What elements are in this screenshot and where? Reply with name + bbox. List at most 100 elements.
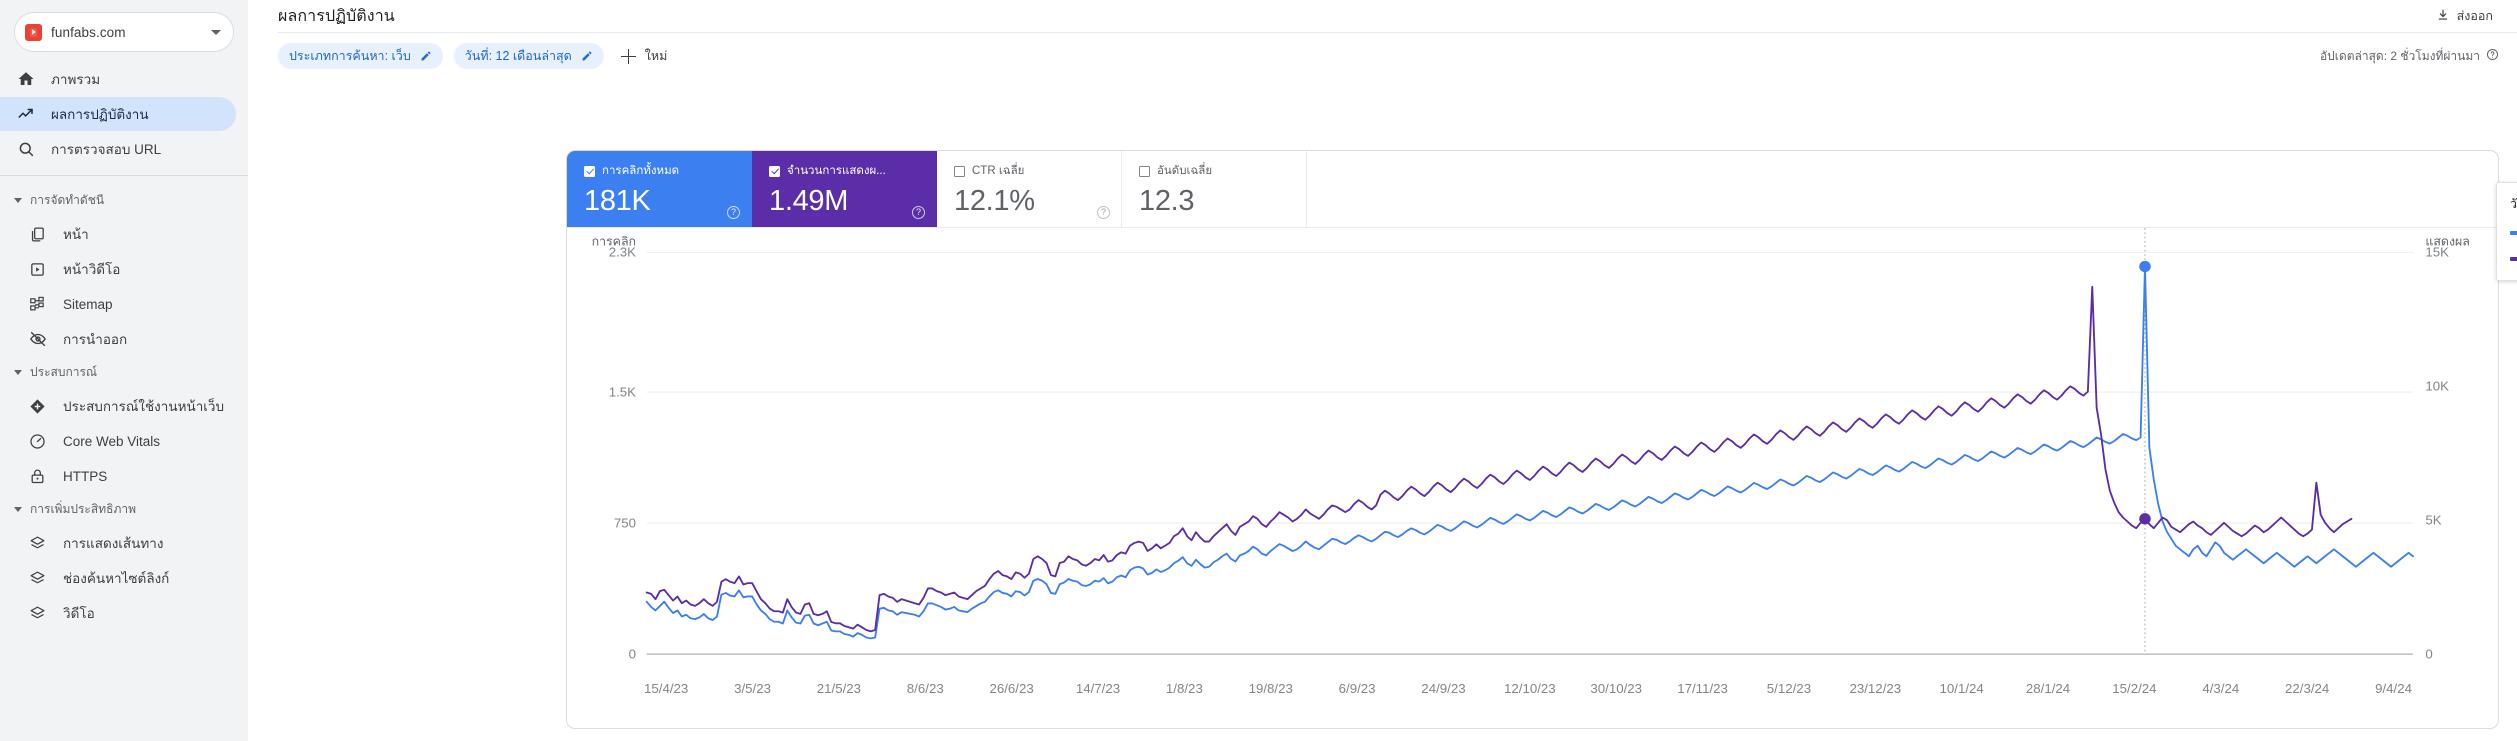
- metric-value: 12.3: [1139, 185, 1195, 217]
- tooltip-row-clicks: การคลิก 2,219: [2510, 223, 2517, 242]
- sidebar-item-label: ช่องค้นหาไซต์ลิงก์: [63, 571, 170, 586]
- plus-icon: [620, 48, 636, 64]
- sidebar-item-label: ประสบการณ์ใช้งานหน้าเว็บ: [63, 399, 225, 414]
- metric-tabs: การคลิกทั้งหมด 181K ? จำนวนการแสดงผ... 1…: [567, 151, 2498, 228]
- property-logo-icon: [25, 23, 42, 41]
- sidebar-item-label: การตรวจสอบ URL: [51, 142, 162, 157]
- sidebar-item-performance[interactable]: ผลการปฏิบัติงาน: [0, 97, 236, 131]
- filter-chip-date[interactable]: วันที่: 12 เดือนล่าสุด: [453, 43, 604, 69]
- search-console-app: funfabs.com ภาพรวม ผลการปฏิบัติงาน การตร…: [0, 0, 2517, 741]
- sidebar-item-overview[interactable]: ภาพรวม: [0, 62, 236, 96]
- export-label: ส่งออก: [2456, 9, 2493, 23]
- sidebar-item-videos[interactable]: วิดีโอ: [12, 596, 236, 630]
- legend-swatch-clicks: [2510, 230, 2517, 235]
- svg-text:15/4/23: 15/4/23: [644, 681, 688, 696]
- sidebar-divider: [0, 175, 248, 176]
- chevron-down-icon: [14, 198, 22, 203]
- svg-text:การคลิก: การคลิก: [592, 234, 636, 248]
- checkbox-total-clicks[interactable]: [584, 165, 595, 177]
- checkbox-average-position[interactable]: [1139, 165, 1150, 177]
- svg-text:10K: 10K: [2425, 379, 2449, 394]
- sidebar-item-label: วิดีโอ: [63, 606, 95, 621]
- sidebar-group-indexing-items: หน้า หน้าวิดีโอ Sitemap การนำออก: [0, 217, 248, 356]
- performance-card: การคลิกทั้งหมด 181K ? จำนวนการแสดงผ... 1…: [566, 150, 2499, 729]
- metric-average-ctr[interactable]: CTR เฉลี่ย 12.1% ?: [937, 151, 1122, 227]
- svg-text:9/4/24: 9/4/24: [2375, 681, 2412, 696]
- page-title: ผลการปฏิบัติงาน: [278, 7, 395, 25]
- lock-icon: [28, 467, 47, 486]
- sidebar-item-pages[interactable]: หน้า: [12, 217, 236, 251]
- metric-tabs-filler: [1307, 151, 2498, 227]
- svg-text:28/1/24: 28/1/24: [2026, 681, 2070, 696]
- download-icon: [2436, 8, 2450, 25]
- last-update-note: อัปเดตล่าสุด: 2 ชั่วโมงที่ผ่านมา: [2320, 47, 2499, 66]
- metric-total-clicks[interactable]: การคลิกทั้งหมด 181K ?: [567, 151, 752, 227]
- checkbox-average-ctr[interactable]: [954, 165, 965, 177]
- filter-chip-label: ประเภทการค้นหา: เว็บ: [289, 49, 411, 63]
- filter-bar: ประเภทการค้นหา: เว็บ วันที่: 12 เดือนล่า…: [248, 33, 2517, 79]
- svg-text:5/12/23: 5/12/23: [1767, 681, 1811, 696]
- svg-text:22/3/24: 22/3/24: [2285, 681, 2329, 696]
- help-circle-icon[interactable]: [2486, 48, 2499, 64]
- export-button[interactable]: ส่งออก: [2430, 2, 2499, 30]
- sidebar-item-breadcrumbs[interactable]: การแสดงเส้นทาง: [12, 526, 236, 560]
- svg-text:8/6/23: 8/6/23: [907, 681, 944, 696]
- sidebar-item-url-inspection[interactable]: การตรวจสอบ URL: [0, 132, 236, 166]
- tooltip-row-impressions: การแสดงผล 13,715: [2510, 249, 2517, 268]
- page-experience-icon: [28, 397, 47, 416]
- eye-off-icon: [28, 330, 47, 349]
- sidebar-item-label: ภาพรวม: [51, 72, 101, 87]
- svg-text:4/3/24: 4/3/24: [2202, 681, 2239, 696]
- filter-chip-search-type[interactable]: ประเภทการค้นหา: เว็บ: [278, 43, 443, 69]
- pencil-icon[interactable]: [581, 50, 593, 62]
- tooltip-date: วันเสาร์ที่ 9 มี.ค.: [2510, 197, 2517, 211]
- video-page-icon: [28, 260, 47, 279]
- sidebar-item-label: Core Web Vitals: [63, 433, 161, 449]
- speedometer-icon: [28, 432, 47, 451]
- legend-swatch-impressions: [2510, 256, 2517, 261]
- help-circle-icon[interactable]: ?: [912, 206, 925, 219]
- filter-chip-label: วันที่: 12 เดือนล่าสุด: [464, 49, 572, 63]
- sidebar-group-enhancements[interactable]: การเพิ่มประสิทธิภาพ: [0, 494, 248, 525]
- metric-label: อันดับเฉลี่ย: [1157, 165, 1213, 177]
- sidebar-group-enhancements-items: การแสดงเส้นทาง ช่องค้นหาไซต์ลิงก์ วิดีโอ: [0, 526, 248, 630]
- layers-icon: [28, 534, 47, 553]
- svg-text:15/2/24: 15/2/24: [2112, 681, 2156, 696]
- topbar: ผลการปฏิบัติงาน ส่งออก: [248, 0, 2517, 32]
- metric-total-impressions[interactable]: จำนวนการแสดงผ... 1.49M ?: [752, 151, 937, 227]
- help-circle-icon[interactable]: ?: [727, 206, 740, 219]
- sidebar-item-page-experience[interactable]: ประสบการณ์ใช้งานหน้าเว็บ: [12, 389, 236, 423]
- svg-text:3/5/23: 3/5/23: [734, 681, 771, 696]
- sidebar-item-video-pages[interactable]: หน้าวิดีโอ: [12, 252, 236, 286]
- sidebar-group-experience[interactable]: ประสบการณ์: [0, 357, 248, 388]
- svg-text:19/8/23: 19/8/23: [1249, 681, 1293, 696]
- sidebar-group-indexing[interactable]: การจัดทำดัชนี: [0, 185, 248, 216]
- pencil-icon[interactable]: [420, 50, 432, 62]
- svg-text:24/9/23: 24/9/23: [1421, 681, 1465, 696]
- metric-label: CTR เฉลี่ย: [972, 165, 1025, 177]
- svg-text:1.5K: 1.5K: [609, 385, 637, 400]
- help-circle-icon[interactable]: ?: [1097, 206, 1110, 219]
- performance-chart[interactable]: 2.3K 1.5K 750 0 15K 10K 5K 0 การคลิก แสดงผล 15/4/2…: [567, 228, 2498, 728]
- sidebar-item-removals[interactable]: การนำออก: [12, 322, 236, 356]
- checkbox-total-impressions[interactable]: [769, 165, 780, 177]
- svg-text:5K: 5K: [2425, 513, 2441, 528]
- svg-text:21/5/23: 21/5/23: [817, 681, 861, 696]
- sidebar-item-sitemap[interactable]: Sitemap: [12, 287, 236, 321]
- trending-up-icon: [16, 105, 35, 124]
- svg-text:14/7/23: 14/7/23: [1076, 681, 1120, 696]
- property-selector[interactable]: funfabs.com: [14, 12, 234, 52]
- metric-label: จำนวนการแสดงผ...: [787, 165, 886, 177]
- sidebar-item-core-web-vitals[interactable]: Core Web Vitals: [12, 424, 236, 458]
- sidebar-item-https[interactable]: HTTPS: [12, 459, 236, 493]
- metric-value: 181K: [584, 185, 651, 217]
- chevron-down-icon: [14, 370, 22, 375]
- metric-average-position[interactable]: อันดับเฉลี่ย 12.3: [1122, 151, 1307, 227]
- last-update-text: อัปเดตล่าสุด: 2 ชั่วโมงที่ผ่านมา: [2319, 48, 2480, 63]
- svg-text:750: 750: [614, 516, 636, 531]
- chevron-down-icon[interactable]: [211, 29, 221, 35]
- sidebar-item-sitelinks-searchbox[interactable]: ช่องค้นหาไซต์ลิงก์: [12, 561, 236, 595]
- svg-text:6/9/23: 6/9/23: [1339, 681, 1376, 696]
- add-filter-button[interactable]: ใหม่: [615, 43, 677, 69]
- metric-label: การคลิกทั้งหมด: [602, 165, 680, 177]
